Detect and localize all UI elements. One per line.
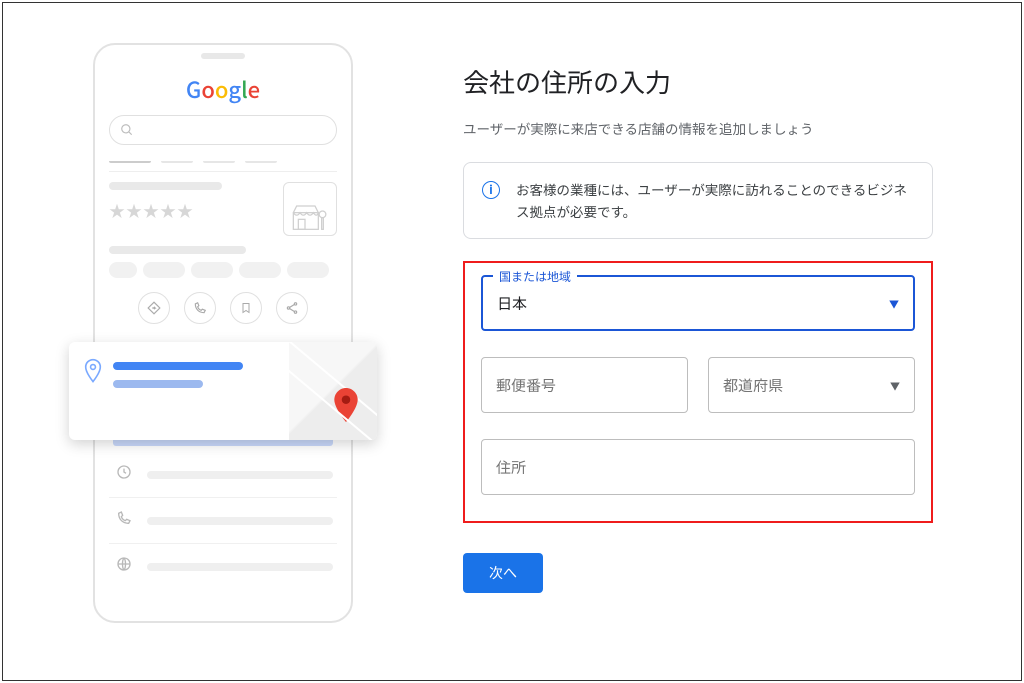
illustration-phone-row	[109, 506, 337, 535]
clock-icon	[113, 464, 135, 485]
search-icon	[120, 123, 134, 137]
star-rating-icon: ★★★★★	[109, 198, 271, 222]
postal-code-input[interactable]: 郵便番号	[481, 357, 688, 413]
illustration-chips	[109, 262, 337, 278]
phone-mockup: Google ★★★★★	[93, 43, 353, 623]
address-input[interactable]: 住所	[481, 439, 915, 495]
globe-icon	[113, 556, 135, 577]
illustration-website-row	[109, 552, 337, 581]
country-value: 日本	[497, 293, 527, 314]
address-fields-highlight: 国または地域 日本 ▼ 郵便番号 都道府県 ▼ 住所	[463, 261, 933, 523]
illustration-tabs	[109, 155, 337, 163]
dropdown-arrow-icon: ▼	[889, 296, 899, 311]
call-icon	[184, 292, 216, 324]
prefecture-select[interactable]: 都道府県 ▼	[708, 357, 915, 413]
country-select[interactable]: 国または地域 日本 ▼	[481, 275, 915, 331]
map-pin-outline-icon	[83, 358, 103, 384]
illustration-result-row: ★★★★★	[109, 182, 337, 236]
illustration-map-card	[69, 342, 377, 440]
page-title: 会社の住所の入力	[463, 63, 933, 100]
next-button[interactable]: 次へ	[463, 553, 543, 593]
map-pin-red-icon	[333, 388, 359, 422]
phone-speaker	[201, 53, 245, 59]
info-icon: i	[482, 181, 500, 199]
illustration-column: Google ★★★★★	[33, 43, 413, 640]
illustration-hours-row	[109, 460, 337, 489]
country-label: 国または地域	[493, 268, 577, 285]
illustration-action-icons	[109, 292, 337, 324]
bookmark-icon	[230, 292, 262, 324]
info-banner: i お客様の業種には、ユーザーが実際に訪れることのできるビジネス拠点が必要です。	[463, 162, 933, 239]
phone-icon	[113, 510, 135, 531]
dropdown-arrow-icon: ▼	[890, 378, 900, 393]
directions-icon	[138, 292, 170, 324]
illustration-search-bar	[109, 115, 337, 145]
form-column: 会社の住所の入力 ユーザーが実際に来店できる店舗の情報を追加しましょう i お客…	[413, 43, 953, 640]
storefront-icon	[283, 182, 337, 236]
share-icon	[276, 292, 308, 324]
info-banner-text: お客様の業種には、ユーザーが実際に訪れることのできるビジネス拠点が必要です。	[516, 179, 914, 222]
google-logo: Google	[109, 73, 337, 105]
page-subtitle: ユーザーが実際に来店できる店舗の情報を追加しましょう	[463, 118, 933, 138]
